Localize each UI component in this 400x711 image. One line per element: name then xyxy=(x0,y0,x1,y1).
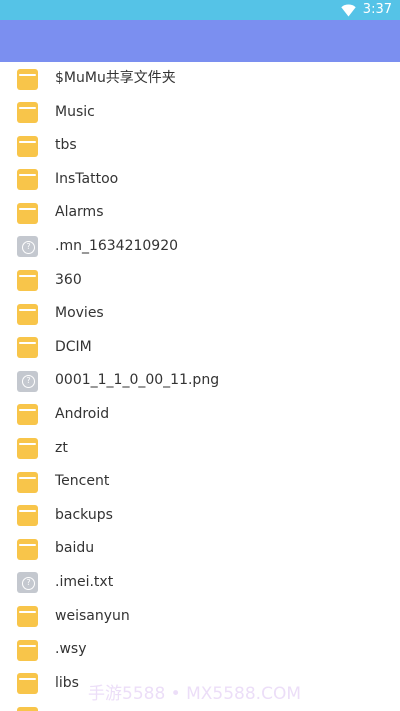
file-item[interactable]: 0001_1_1_0_00_11.png xyxy=(0,364,400,398)
file-item[interactable]: zt xyxy=(0,432,400,466)
file-name: backups xyxy=(55,506,113,523)
file-list: $MuMu共享文件夹 Music tbs InsTattoo Alarms .m… xyxy=(0,62,400,711)
file-item[interactable]: .imei.txt xyxy=(0,566,400,600)
unknown-file-icon xyxy=(17,236,38,258)
wifi-icon xyxy=(341,4,356,17)
folder-icon xyxy=(17,337,38,359)
file-item[interactable]: Android xyxy=(0,398,400,432)
file-name: 0001_1_1_0_00_11.png xyxy=(55,372,220,389)
file-name: Movies xyxy=(55,305,104,322)
unknown-file-icon xyxy=(17,572,38,594)
file-name: libs xyxy=(55,674,79,691)
file-item[interactable]: Movies xyxy=(0,297,400,331)
folder-icon xyxy=(17,505,38,527)
status-time: 3:37 xyxy=(362,2,392,17)
file-name: baidu xyxy=(55,540,95,557)
file-item[interactable]: weisanyun xyxy=(0,600,400,634)
file-name: Tencent xyxy=(55,473,110,490)
app-bar xyxy=(0,20,400,62)
unknown-file-icon xyxy=(17,370,38,392)
file-item[interactable]: .wsy xyxy=(0,633,400,667)
file-name: .mn_1634210920 xyxy=(55,237,179,254)
folder-icon xyxy=(17,673,38,695)
file-item[interactable]: 360 xyxy=(0,264,400,298)
file-name: $MuMu共享文件夹 xyxy=(55,70,176,86)
folder-icon xyxy=(17,202,38,224)
folder-icon xyxy=(17,68,38,90)
folder-icon xyxy=(17,471,38,493)
file-name: 360 xyxy=(55,271,82,288)
folder-icon xyxy=(17,639,38,661)
folder-icon xyxy=(17,404,38,426)
file-name: Android xyxy=(55,405,110,422)
file-name: InsTattoo xyxy=(55,170,119,187)
watermark: 手游5588 • MX5588.COM xyxy=(88,684,301,704)
file-item[interactable]: baidu xyxy=(0,532,400,566)
file-name: tbs xyxy=(55,137,77,154)
folder-icon xyxy=(17,169,38,191)
file-name: .imei.txt xyxy=(55,573,114,590)
file-item[interactable]: tbs xyxy=(0,129,400,163)
file-item[interactable]: $MuMu共享文件夹 xyxy=(0,62,400,96)
folder-icon xyxy=(17,538,38,560)
folder-icon xyxy=(17,438,38,460)
file-name: Music xyxy=(55,103,95,120)
folder-icon xyxy=(17,270,38,292)
file-item[interactable]: Tencent xyxy=(0,465,400,499)
file-item[interactable]: Music xyxy=(0,96,400,130)
status-bar: 3:37 xyxy=(0,0,400,20)
folder-icon xyxy=(17,135,38,157)
file-item[interactable]: Alarms xyxy=(0,196,400,230)
folder-icon xyxy=(17,706,38,711)
file-item[interactable]: DCIM xyxy=(0,331,400,365)
file-item[interactable]: .mn_1634210920 xyxy=(0,230,400,264)
folder-icon xyxy=(17,303,38,325)
file-name: .wsy xyxy=(55,641,87,658)
file-name: DCIM xyxy=(55,338,92,355)
file-name: Alarms xyxy=(55,204,104,221)
file-item[interactable]: InsTattoo xyxy=(0,163,400,197)
folder-icon xyxy=(17,102,38,124)
file-name: zt xyxy=(55,439,68,456)
file-name: weisanyun xyxy=(55,607,130,624)
file-item[interactable]: backups xyxy=(0,499,400,533)
folder-icon xyxy=(17,606,38,627)
